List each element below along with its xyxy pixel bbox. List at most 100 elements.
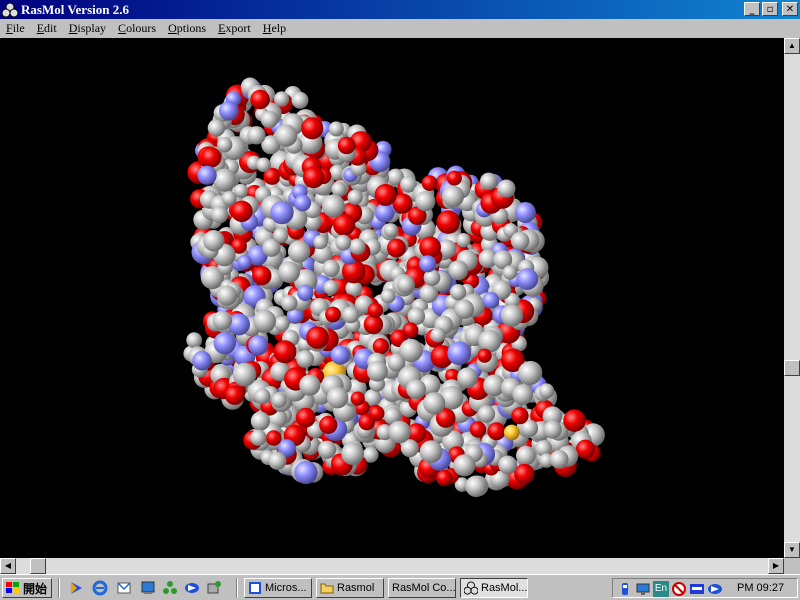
menu-options[interactable]: Options [162, 21, 212, 36]
atom-sphere [563, 409, 586, 432]
atom-sphere [273, 227, 289, 244]
network-tool-icon[interactable] [162, 580, 178, 596]
atom-sphere [516, 268, 539, 290]
taskbar: 開始 Micros... Rasmol RasMol Co... RasMol.… [0, 574, 800, 600]
atom-sphere [337, 136, 356, 155]
atom-sphere [396, 275, 415, 294]
media-player-icon[interactable] [68, 580, 84, 596]
system-tray: En PM 09:27 [612, 578, 798, 598]
atom-sphere [254, 388, 271, 405]
clock: PM 09:27 [737, 582, 785, 594]
atom-sphere [228, 313, 250, 336]
atom-sphere [216, 285, 238, 306]
atom-sphere [350, 391, 365, 406]
atom-sphere [383, 223, 399, 238]
taskbar-separator [58, 578, 60, 598]
atom-sphere [341, 442, 364, 465]
internet-explorer-icon[interactable] [92, 580, 108, 596]
atom-sphere [516, 445, 536, 466]
atom-sphere [406, 379, 426, 400]
vertical-scrollbar[interactable]: ▲ ▼ [784, 38, 800, 558]
network-connection-icon[interactable] [635, 581, 651, 597]
atom-sphere [301, 117, 324, 140]
atom-sphere [197, 165, 217, 185]
atom-sphere [294, 194, 312, 212]
atom-sphere [270, 200, 294, 225]
minimize-button[interactable]: _ [744, 2, 760, 16]
input-method-icon[interactable] [671, 581, 687, 597]
task-microsoft[interactable]: Micros... [244, 578, 312, 598]
title-bar: RasMol Version 2.6 _ ▫ ✕ [0, 0, 800, 19]
atom-sphere [517, 361, 542, 386]
atom-sphere [543, 420, 562, 439]
atom-sphere [322, 194, 345, 218]
atom-sphere [232, 362, 257, 387]
antivirus-icon[interactable] [689, 581, 705, 597]
task-rasmol-command[interactable]: RasMol Co... [388, 578, 456, 598]
atom-sphere [330, 345, 350, 365]
atom-sphere [326, 386, 349, 409]
menu-help[interactable]: Help [257, 21, 292, 36]
quick-launch-tool-icon[interactable] [206, 580, 222, 596]
scroll-left-button[interactable]: ◀ [0, 558, 16, 574]
start-button[interactable]: 開始 [2, 578, 52, 598]
windows-logo-icon [6, 582, 19, 593]
atom-sphere [266, 430, 282, 446]
folder-icon [320, 583, 334, 594]
outlook-express-icon[interactable] [116, 580, 132, 596]
messenger-tray-icon[interactable] [707, 581, 723, 597]
atom-sphere [274, 316, 290, 332]
atom-sphere [450, 284, 467, 301]
maximize-button[interactable]: ▫ [762, 2, 778, 16]
atom-sphere [366, 360, 388, 382]
atom-sphere [203, 230, 225, 252]
atom-sphere [200, 147, 222, 168]
atom-sphere [287, 240, 311, 263]
molecule-viewport[interactable] [0, 38, 784, 558]
task-rasmol-folder[interactable]: Rasmol [316, 578, 384, 598]
atom-sphere [442, 185, 464, 208]
atom-sphere [453, 454, 476, 477]
atom-sphere [224, 385, 245, 406]
show-desktop-icon[interactable] [140, 580, 156, 596]
atom-sphere [575, 439, 596, 459]
atom-sphere [399, 338, 423, 363]
atom-sphere [454, 299, 475, 320]
atom-sphere [419, 255, 437, 273]
atom-sphere [349, 238, 366, 255]
window-title: RasMol Version 2.6 [21, 1, 129, 17]
menu-file[interactable]: File [0, 21, 31, 36]
close-button[interactable]: ✕ [782, 2, 798, 16]
horizontal-scrollbar[interactable]: ◀ ▶ [0, 558, 784, 574]
scroll-right-button[interactable]: ▶ [768, 558, 784, 574]
task-rasmol-viewer[interactable]: RasMol... [460, 578, 528, 598]
atom-sphere [478, 329, 502, 353]
menu-edit[interactable]: Edit [31, 21, 63, 36]
atom-sphere [419, 236, 441, 259]
scrollbar-corner [784, 558, 800, 574]
atom-sphere [253, 309, 276, 333]
atom-sphere [372, 338, 389, 355]
atom-sphere [250, 429, 267, 446]
scroll-down-button[interactable]: ▼ [784, 542, 800, 558]
language-indicator[interactable]: En [653, 581, 669, 597]
atom-sphere [291, 91, 309, 109]
usb-device-icon[interactable] [617, 581, 633, 597]
vertical-scroll-thumb[interactable] [784, 360, 800, 376]
scroll-up-button[interactable]: ▲ [784, 38, 800, 54]
messenger-icon[interactable] [184, 580, 200, 596]
atom-sphere [512, 384, 534, 405]
horizontal-scroll-thumb[interactable] [30, 558, 46, 574]
atom-sphere [219, 101, 239, 121]
atom-sphere [280, 294, 298, 312]
molecule-spacefill-render[interactable] [0, 38, 784, 558]
menu-export[interactable]: Export [212, 21, 257, 36]
atom-sphere [457, 367, 478, 389]
atom-sphere [549, 449, 569, 469]
menu-colours[interactable]: Colours [112, 21, 162, 36]
menu-display[interactable]: Display [63, 21, 112, 36]
microsoft-app-icon [249, 582, 261, 594]
atom-sphere [503, 424, 520, 441]
atom-sphere [323, 280, 339, 295]
rasmol-app-icon[interactable] [2, 2, 18, 18]
